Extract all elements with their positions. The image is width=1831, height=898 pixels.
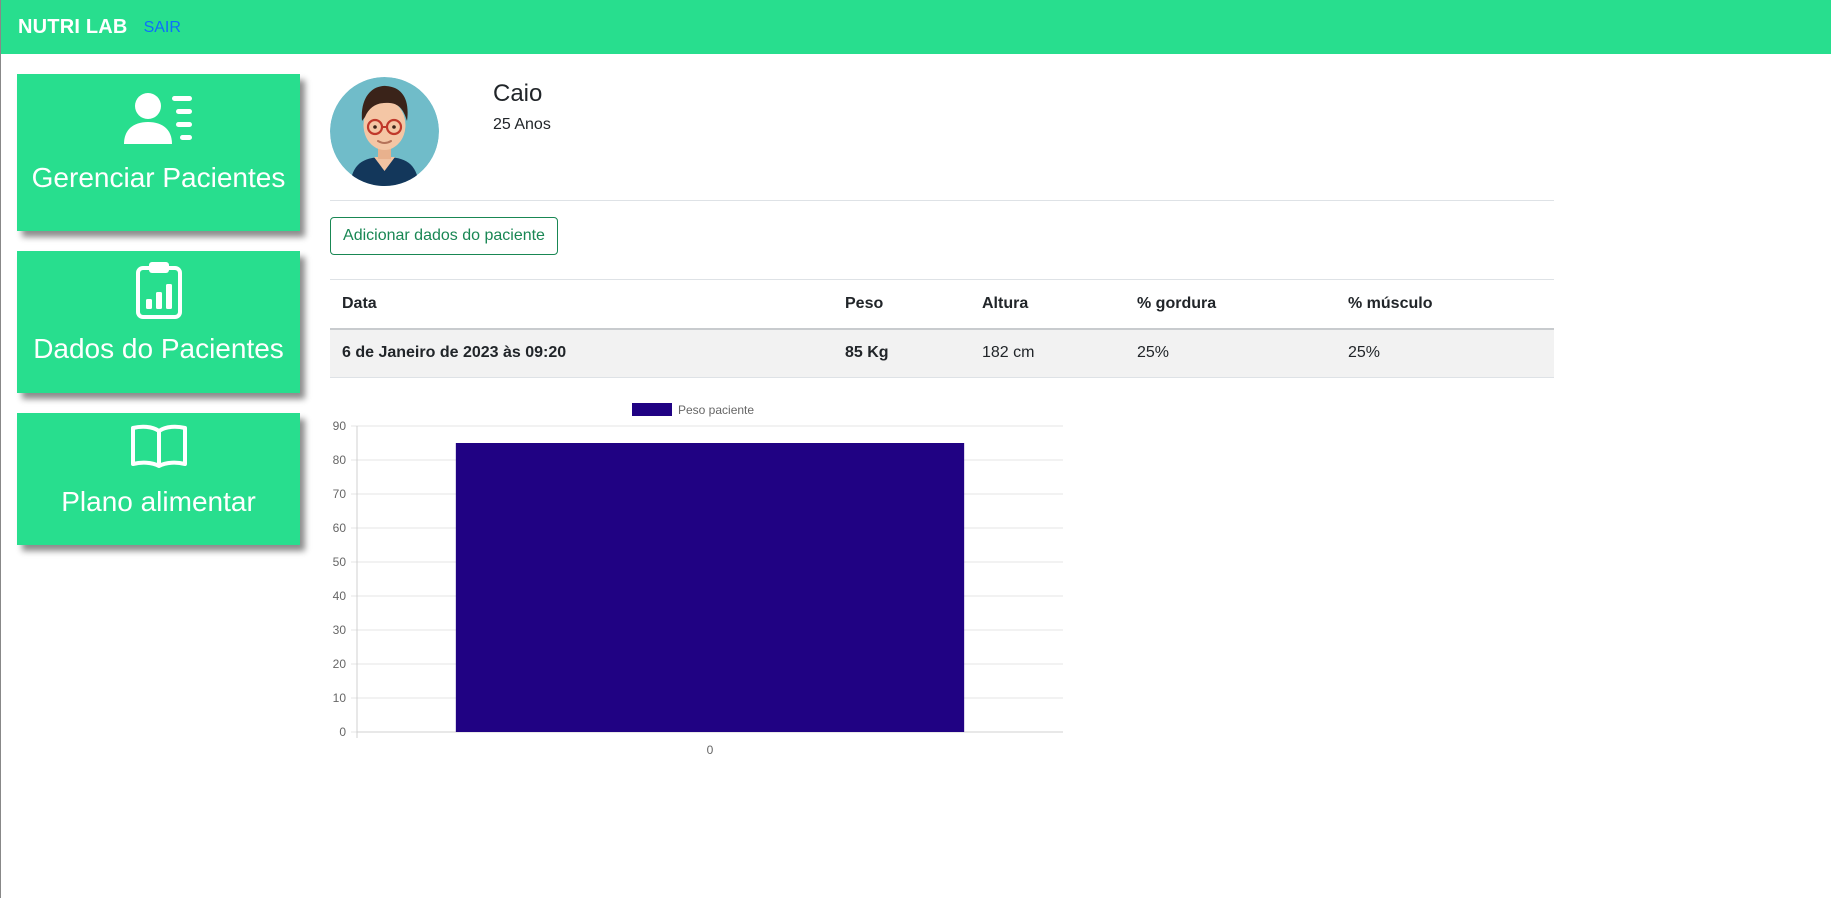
weight-bar-chart: 0 10 20 30 40 50 60 70 80 90 0 Peso paciente bbox=[333, 403, 1063, 757]
sidebar-item-manage-patients[interactable]: Gerenciar Pacientes bbox=[17, 74, 300, 231]
y-tick-label: 20 bbox=[333, 657, 347, 671]
clipboard-chart-icon bbox=[135, 262, 182, 319]
table-row: 6 de Janeiro de 2023 às 09:20 85 Kg 182 … bbox=[330, 328, 1554, 378]
y-tick-label: 0 bbox=[339, 725, 346, 739]
sidebar-item-label: Plano alimentar bbox=[61, 486, 256, 517]
y-tick-label: 50 bbox=[333, 555, 347, 569]
cell-date: 6 de Janeiro de 2023 às 09:20 bbox=[330, 328, 833, 378]
sidebar-item-label: Gerenciar Pacientes bbox=[31, 162, 286, 193]
patient-avatar bbox=[330, 77, 439, 186]
column-header-height: Altura bbox=[970, 279, 1125, 330]
legend-label: Peso paciente bbox=[678, 403, 754, 417]
y-tick-label: 90 bbox=[333, 419, 347, 433]
cell-fat: 25% bbox=[1125, 328, 1336, 378]
add-patient-data-button[interactable]: Adicionar dados do paciente bbox=[330, 217, 558, 255]
column-header-date: Data bbox=[330, 279, 833, 330]
y-tick-label: 30 bbox=[333, 623, 347, 637]
brand-logo[interactable]: NUTRI LAB bbox=[18, 16, 128, 39]
y-tick-label: 70 bbox=[333, 487, 347, 501]
avatar-image bbox=[330, 77, 439, 186]
y-tick-label: 60 bbox=[333, 521, 347, 535]
patient-age: 25 Anos bbox=[493, 116, 551, 133]
legend-swatch bbox=[632, 403, 672, 416]
cell-muscle: 25% bbox=[1336, 328, 1554, 378]
table-header-row: Data Peso Altura % gordura % músculo bbox=[330, 279, 1554, 330]
cell-weight: 85 Kg bbox=[833, 328, 970, 378]
sidebar-item-meal-plan[interactable]: Plano alimentar bbox=[17, 413, 300, 545]
open-book-icon bbox=[130, 424, 187, 468]
y-tick-label: 40 bbox=[333, 589, 347, 603]
column-header-weight: Peso bbox=[833, 279, 970, 330]
top-navbar: NUTRI LAB SAIR bbox=[1, 0, 1831, 54]
logout-link[interactable]: SAIR bbox=[144, 19, 181, 37]
bar bbox=[455, 443, 965, 732]
y-tick-label: 80 bbox=[333, 453, 347, 467]
y-tick-label: 10 bbox=[333, 691, 347, 705]
column-header-fat: % gordura bbox=[1125, 279, 1336, 330]
sidebar-item-label: Dados do Pacientes bbox=[33, 333, 284, 364]
divider bbox=[330, 200, 1554, 201]
column-header-muscle: % músculo bbox=[1336, 279, 1554, 330]
patients-list-icon bbox=[123, 93, 192, 144]
cell-height: 182 cm bbox=[970, 328, 1125, 378]
sidebar-item-patient-data[interactable]: Dados do Pacientes bbox=[17, 251, 300, 393]
patient-name: Caio bbox=[493, 80, 543, 107]
x-tick-label: 0 bbox=[707, 743, 714, 757]
patient-data-table: Data Peso Altura % gordura % músculo 6 d… bbox=[330, 279, 1554, 378]
